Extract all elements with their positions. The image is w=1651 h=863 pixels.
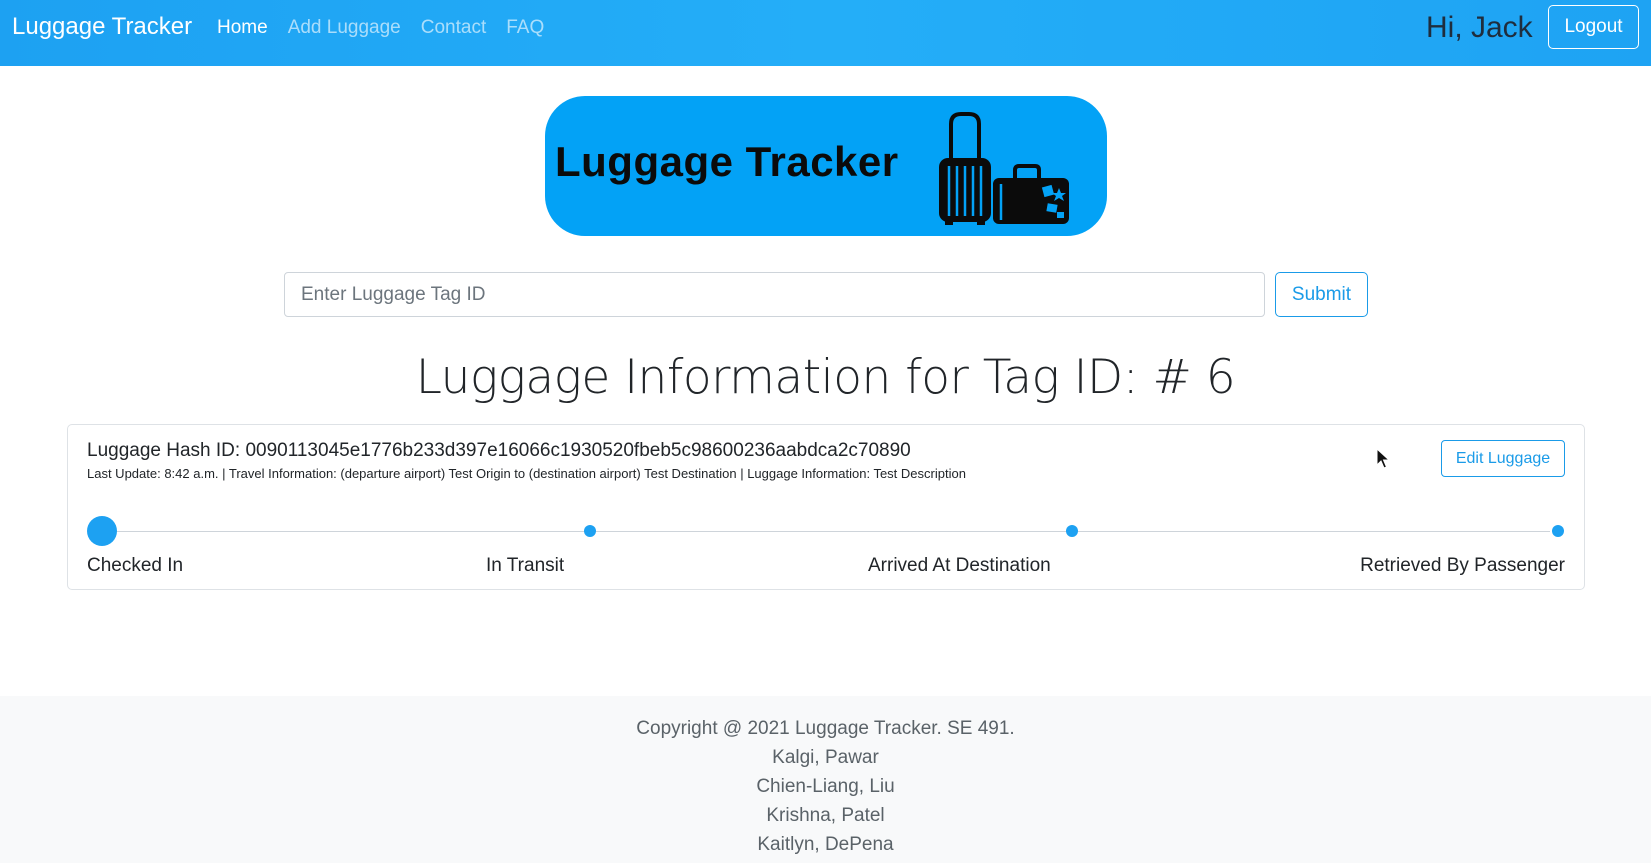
footer: Copyright @ 2021 Luggage Tracker. SE 491… — [0, 696, 1651, 863]
logo-banner: Luggage Tracker — [545, 96, 1107, 236]
user-greeting: Hi, Jack — [1426, 11, 1533, 44]
luggage-card: Luggage Hash ID: 0090113045e1776b233d397… — [67, 424, 1585, 590]
step-dot-retrieved — [1552, 525, 1564, 537]
footer-author: Kaitlyn, DePena — [757, 834, 894, 855]
nav-links: Home Add Luggage Contact FAQ — [217, 16, 564, 40]
step-dot-in-transit — [584, 525, 596, 537]
edit-luggage-button[interactable]: Edit Luggage — [1441, 440, 1565, 477]
submit-button[interactable]: Submit — [1275, 272, 1368, 317]
nav-link-home[interactable]: Home — [217, 16, 268, 40]
luggage-tag-input[interactable] — [284, 272, 1265, 317]
luggage-icon — [939, 112, 1069, 225]
banner-title: Luggage Tracker — [555, 138, 899, 185]
step-label-in-transit: In Transit — [486, 555, 565, 576]
nav-link-faq[interactable]: FAQ — [506, 16, 544, 40]
nav-link-add-luggage[interactable]: Add Luggage — [288, 16, 401, 40]
footer-copyright: Copyright @ 2021 Luggage Tracker. SE 491… — [636, 718, 1015, 739]
nav-link-contact[interactable]: Contact — [421, 16, 486, 40]
step-dot-arrived — [1066, 525, 1078, 537]
luggage-hash-id: Luggage Hash ID: 0090113045e1776b233d397… — [87, 440, 911, 461]
progress-track — [102, 531, 1550, 532]
footer-author: Kalgi, Pawar — [772, 747, 879, 768]
page-title: Luggage Information for Tag ID: # 6 — [415, 350, 1236, 405]
footer-author: Chien-Liang, Liu — [756, 776, 895, 797]
navbar: Luggage Tracker Home Add Luggage Contact… — [0, 0, 1651, 66]
step-dot-checked-in — [87, 516, 117, 546]
mouse-cursor-icon — [1376, 448, 1390, 469]
step-label-checked-in: Checked In — [87, 555, 184, 576]
step-label-arrived: Arrived At Destination — [868, 555, 1051, 576]
logout-button[interactable]: Logout — [1548, 5, 1639, 49]
brand-link[interactable]: Luggage Tracker — [12, 13, 192, 41]
luggage-details: Last Update: 8:42 a.m. | Travel Informat… — [87, 466, 966, 481]
step-label-retrieved: Retrieved By Passenger — [1360, 555, 1565, 576]
footer-author: Krishna, Patel — [766, 805, 885, 826]
